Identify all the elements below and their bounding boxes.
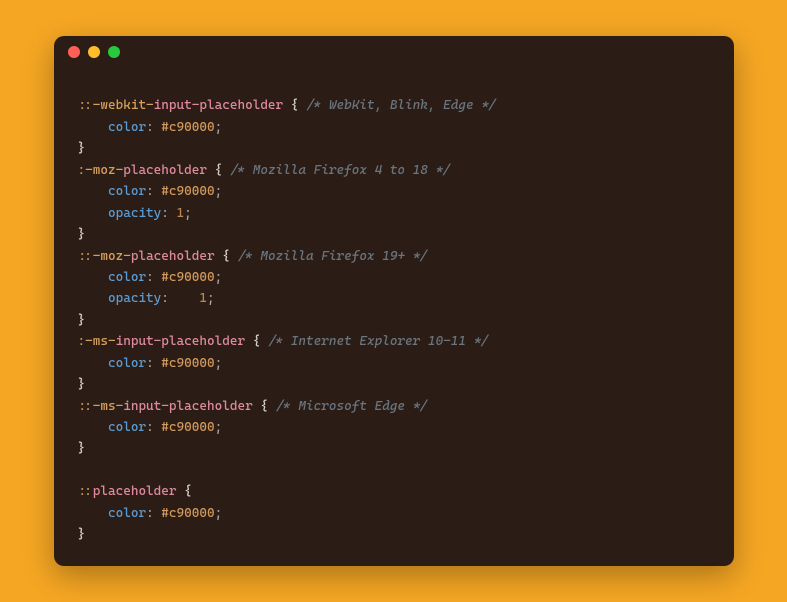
selector-name: input-placeholder bbox=[154, 98, 284, 113]
code-line: opacity: 1; bbox=[78, 203, 710, 224]
code-line: color: #c90000; bbox=[78, 503, 710, 524]
property-name: color bbox=[108, 184, 146, 199]
window-titlebar bbox=[54, 36, 734, 68]
maximize-icon[interactable] bbox=[108, 46, 120, 58]
semicolon: ; bbox=[215, 270, 223, 285]
property-value: #c90000 bbox=[161, 270, 214, 285]
colon: : bbox=[146, 356, 161, 371]
colon: : bbox=[146, 506, 161, 521]
selector-name: placeholder bbox=[93, 484, 177, 499]
comment: /* WebKit, Blink, Edge */ bbox=[298, 98, 496, 113]
code-block: ::-webkit-input-placeholder { /* WebKit,… bbox=[54, 68, 734, 566]
selector-prefix: ::-moz- bbox=[78, 249, 131, 264]
code-window: ::-webkit-input-placeholder { /* WebKit,… bbox=[54, 36, 734, 566]
open-brace: { bbox=[245, 334, 260, 349]
code-line: opacity: 1; bbox=[78, 288, 710, 309]
colon: : bbox=[146, 270, 161, 285]
property-value: 1 bbox=[177, 206, 185, 221]
semicolon: ; bbox=[215, 420, 223, 435]
close-brace: } bbox=[78, 313, 86, 328]
code-line: color: #c90000; bbox=[78, 353, 710, 374]
selector-name: placeholder bbox=[123, 163, 207, 178]
code-line bbox=[78, 460, 710, 481]
property-value: #c90000 bbox=[161, 184, 214, 199]
code-line: } bbox=[78, 138, 710, 159]
property-name: color bbox=[108, 120, 146, 135]
code-line: color: #c90000; bbox=[78, 267, 710, 288]
code-line: } bbox=[78, 524, 710, 545]
comment: /* Mozilla Firefox 4 to 18 */ bbox=[222, 163, 451, 178]
code-line: :-ms-input-placeholder { /* Internet Exp… bbox=[78, 331, 710, 352]
property-value: #c90000 bbox=[161, 120, 214, 135]
code-line: color: #c90000; bbox=[78, 181, 710, 202]
code-line: :-moz-placeholder { /* Mozilla Firefox 4… bbox=[78, 160, 710, 181]
colon: : bbox=[146, 184, 161, 199]
selector-prefix: :: bbox=[78, 484, 93, 499]
colon: : bbox=[146, 120, 161, 135]
comment: /* Microsoft Edge */ bbox=[268, 399, 428, 414]
colon: : bbox=[161, 206, 176, 221]
open-brace: { bbox=[215, 249, 230, 264]
open-brace: { bbox=[207, 163, 222, 178]
code-line bbox=[78, 74, 710, 95]
comment: /* Mozilla Firefox 19+ */ bbox=[230, 249, 428, 264]
property-name: color bbox=[108, 420, 146, 435]
close-icon[interactable] bbox=[68, 46, 80, 58]
minimize-icon[interactable] bbox=[88, 46, 100, 58]
close-brace: } bbox=[78, 227, 86, 242]
colon: : bbox=[161, 291, 199, 306]
selector-name: input-placeholder bbox=[116, 334, 246, 349]
semicolon: ; bbox=[207, 291, 215, 306]
code-line: } bbox=[78, 374, 710, 395]
selector-prefix: :-ms- bbox=[78, 334, 116, 349]
code-line: ::-ms-input-placeholder { /* Microsoft E… bbox=[78, 396, 710, 417]
close-brace: } bbox=[78, 377, 86, 392]
open-brace: { bbox=[253, 399, 268, 414]
code-line: } bbox=[78, 438, 710, 459]
selector-prefix: ::-webkit- bbox=[78, 98, 154, 113]
property-name: opacity bbox=[108, 291, 161, 306]
semicolon: ; bbox=[215, 120, 223, 135]
property-name: color bbox=[108, 506, 146, 521]
property-value: 1 bbox=[199, 291, 207, 306]
close-brace: } bbox=[78, 527, 86, 542]
semicolon: ; bbox=[215, 356, 223, 371]
property-value: #c90000 bbox=[161, 356, 214, 371]
property-name: color bbox=[108, 270, 146, 285]
code-line: color: #c90000; bbox=[78, 117, 710, 138]
semicolon: ; bbox=[215, 506, 223, 521]
code-line: } bbox=[78, 310, 710, 331]
colon: : bbox=[146, 420, 161, 435]
code-line: } bbox=[78, 224, 710, 245]
code-line: ::-webkit-input-placeholder { /* WebKit,… bbox=[78, 95, 710, 116]
close-brace: } bbox=[78, 141, 86, 156]
property-value: #c90000 bbox=[161, 506, 214, 521]
semicolon: ; bbox=[215, 184, 223, 199]
property-name: color bbox=[108, 356, 146, 371]
open-brace: { bbox=[177, 484, 192, 499]
code-line: color: #c90000; bbox=[78, 417, 710, 438]
comment: /* Internet Explorer 10-11 */ bbox=[260, 334, 489, 349]
code-line: ::placeholder { bbox=[78, 481, 710, 502]
selector-prefix: ::-ms- bbox=[78, 399, 124, 414]
selector-prefix: :-moz- bbox=[78, 163, 124, 178]
selector-name: input-placeholder bbox=[123, 399, 253, 414]
open-brace: { bbox=[283, 98, 298, 113]
property-name: opacity bbox=[108, 206, 161, 221]
selector-name: placeholder bbox=[131, 249, 215, 264]
property-value: #c90000 bbox=[161, 420, 214, 435]
code-line: ::-moz-placeholder { /* Mozilla Firefox … bbox=[78, 246, 710, 267]
semicolon: ; bbox=[184, 206, 192, 221]
close-brace: } bbox=[78, 441, 86, 456]
